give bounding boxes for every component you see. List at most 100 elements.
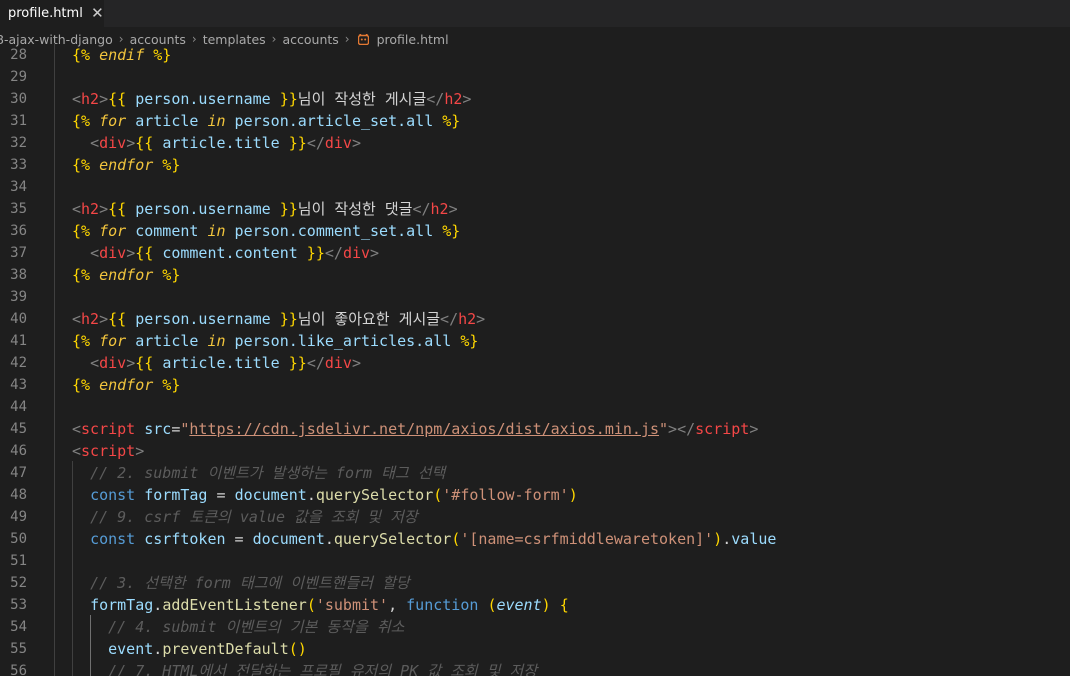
code-token: <: [72, 310, 82, 328]
code-line[interactable]: 29: [0, 66, 1070, 88]
line-number: 49: [10, 509, 27, 525]
code-line[interactable]: 33 {% endfor %}: [0, 154, 1070, 176]
code-token: article: [126, 332, 208, 350]
code-token: 님이 작성한 게시글: [297, 90, 427, 108]
code-token: .: [324, 530, 334, 548]
code-line[interactable]: 47 // 2. submit 이벤트가 발생하는 form 태그 선택: [0, 462, 1070, 484]
code-token: {%: [72, 112, 100, 130]
code-token: }}: [279, 134, 307, 152]
code-line[interactable]: 52 // 3. 선택한 form 태그에 이벤트핸들러 할당: [0, 572, 1070, 594]
code-text: <h2>{{ person.username }}님이 좋아요한 게시글</h2…: [72, 308, 485, 330]
code-token: %}: [144, 46, 172, 64]
code-line[interactable]: 44: [0, 396, 1070, 418]
code-text: <div>{{ comment.content }}</div>: [72, 242, 379, 264]
code-editor[interactable]: 28 {% endif %} 29 30 <h2>{{ person.username …: [0, 43, 1070, 676]
code-token: div: [99, 134, 127, 152]
line-number: 46: [10, 443, 27, 459]
code-token: </: [306, 354, 325, 372]
code-text: event.preventDefault(): [72, 638, 307, 660]
code-line[interactable]: 35 <h2>{{ person.username }}님이 작성한 댓글</h2…: [0, 198, 1070, 220]
code-token: </: [440, 310, 459, 328]
code-line[interactable]: 38 {% endfor %}: [0, 264, 1070, 286]
code-token: for: [99, 112, 127, 130]
code-token: {%: [72, 156, 100, 174]
code-line[interactable]: 28 {% endif %}: [0, 44, 1070, 66]
code-text: const formTag = document.querySelector('…: [72, 484, 578, 506]
code-token: csrftoken: [144, 530, 226, 548]
code-token: formTag: [90, 596, 154, 614]
code-line[interactable]: 39: [0, 286, 1070, 308]
code-line[interactable]: 30 <h2>{{ person.username }}님이 작성한 게시글</h…: [0, 88, 1070, 110]
code-text: {% endfor %}: [72, 154, 180, 176]
code-line[interactable]: 40 <h2>{{ person.username }}님이 좋아요한 게시글</…: [0, 308, 1070, 330]
line-number: 33: [10, 157, 27, 173]
tab-title: profile.html: [8, 6, 83, 21]
code-token: %}: [153, 376, 181, 394]
line-number: 55: [10, 641, 27, 657]
code-token: h2: [430, 200, 449, 218]
code-line[interactable]: 32 <div>{{ article.title }}</div>: [0, 132, 1070, 154]
line-number: 34: [10, 179, 27, 195]
code-line[interactable]: 53 formTag.addEventListener('submit', fu…: [0, 594, 1070, 616]
code-token: (: [306, 596, 316, 614]
code-token: >: [351, 134, 361, 152]
code-line[interactable]: 43 {% endfor %}: [0, 374, 1070, 396]
code-token: }}: [270, 90, 298, 108]
code-line[interactable]: 45 <script src="https://cdn.jsdelivr.net/…: [0, 418, 1070, 440]
code-token: querySelector: [333, 530, 452, 548]
code-token: <: [90, 354, 100, 372]
code-token: >: [99, 200, 109, 218]
code-line[interactable]: 42 <div>{{ article.title }}</div>: [0, 352, 1070, 374]
code-line[interactable]: 50 const csrftoken = document.querySelec…: [0, 528, 1070, 550]
code-token: div: [324, 134, 352, 152]
code-token: <: [72, 200, 82, 218]
code-token: {{: [135, 244, 163, 262]
code-token: person.username: [135, 310, 271, 328]
code-text: <div>{{ article.title }}</div>: [72, 132, 361, 154]
code-line[interactable]: 48 const formTag = document.querySelecto…: [0, 484, 1070, 506]
code-text: <script src="https://cdn.jsdelivr.net/np…: [72, 418, 758, 440]
code-token: >: [126, 134, 136, 152]
code-line[interactable]: 36 {% for comment in person.comment_set.a…: [0, 220, 1070, 242]
tab-profile-html[interactable]: profile.html ✕: [0, 0, 104, 27]
code-token: person.article_set.all: [225, 112, 443, 130]
code-token: article.title: [162, 134, 280, 152]
code-text: {% for article in person.like_articles.a…: [72, 330, 478, 352]
code-text: {% endif %}: [72, 44, 171, 66]
code-line[interactable]: 31 {% for article in person.article_set.a…: [0, 110, 1070, 132]
line-number: 48: [10, 487, 27, 503]
code-token: comment.content: [162, 244, 298, 262]
code-token: {%: [72, 266, 100, 284]
code-line[interactable]: 56 // 7. HTML에서 전달하는 프로필 유저의 PK 값 조회 및 저…: [0, 660, 1070, 676]
code-token: // 9. csrf 토큰의 value 값을 조회 및 저장: [90, 508, 418, 526]
code-token: person.like_articles.all: [225, 332, 461, 350]
code-token: endfor: [99, 266, 154, 284]
line-number: 28: [10, 47, 27, 63]
code-token: }}: [297, 244, 325, 262]
code-token: preventDefault: [162, 640, 289, 658]
code-token: %}: [153, 266, 181, 284]
code-token: document: [252, 530, 325, 548]
code-token: endfor: [99, 376, 154, 394]
code-line[interactable]: 49 // 9. csrf 토큰의 value 값을 조회 및 저장: [0, 506, 1070, 528]
code-token: </: [426, 90, 445, 108]
code-token: {{: [135, 354, 163, 372]
code-token: event: [496, 596, 542, 614]
code-line[interactable]: 55 event.preventDefault(): [0, 638, 1070, 660]
code-line[interactable]: 54 // 4. submit 이벤트의 기본 동작을 취소: [0, 616, 1070, 638]
code-line[interactable]: 34: [0, 176, 1070, 198]
code-line[interactable]: 51: [0, 550, 1070, 572]
code-line[interactable]: 46 <script>: [0, 440, 1070, 462]
close-icon[interactable]: ✕: [91, 6, 104, 21]
code-line[interactable]: 41 {% for article in person.like_articles…: [0, 330, 1070, 352]
code-token: h2: [444, 90, 463, 108]
code-token: >: [462, 90, 472, 108]
code-token: article.title: [162, 354, 280, 372]
code-line[interactable]: 37 <div>{{ comment.content }}</div>: [0, 242, 1070, 264]
line-number: 47: [10, 465, 27, 481]
code-token: h2: [81, 200, 100, 218]
code-token: ): [713, 530, 723, 548]
